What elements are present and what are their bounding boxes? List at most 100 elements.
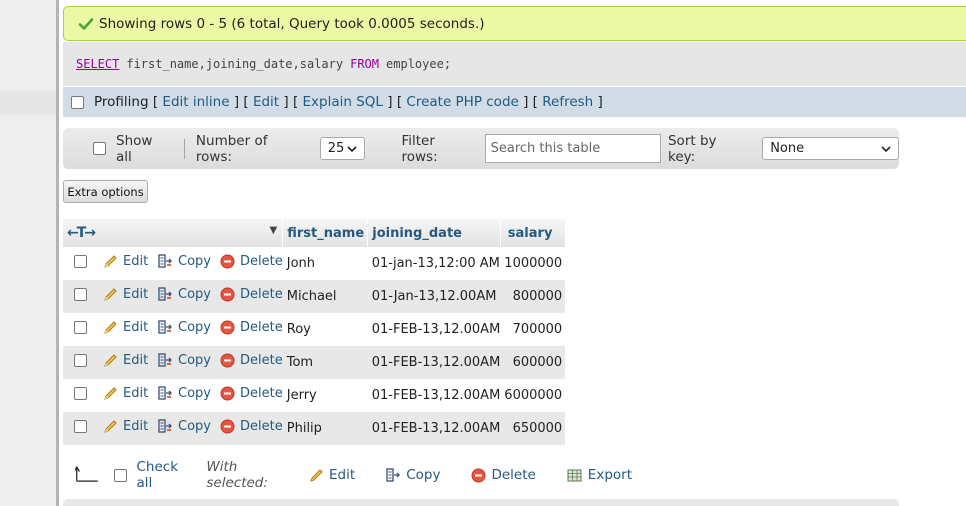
- row-checkbox[interactable]: [74, 420, 87, 433]
- row-copy-cell: Copy: [154, 379, 216, 412]
- delete-icon: [471, 468, 486, 482]
- table-row: Edit Copy Delete Michael 01-Jan-13,12.00…: [63, 280, 566, 313]
- cell-joining-date[interactable]: 01-FEB-13,12.00AM: [367, 379, 501, 412]
- show-all-checkbox[interactable]: [93, 142, 106, 155]
- sql-keyword-select[interactable]: SELECT: [76, 57, 119, 71]
- cell-salary[interactable]: 1000000: [500, 247, 566, 280]
- header-salary[interactable]: salary: [500, 219, 566, 247]
- row-edit-cell: Edit: [99, 280, 154, 313]
- delete-icon: [220, 353, 235, 368]
- header-first-name[interactable]: first_name: [282, 219, 369, 247]
- cell-salary[interactable]: 800000: [500, 280, 566, 313]
- row-copy-button[interactable]: Copy: [158, 353, 211, 368]
- delete-label: Delete: [240, 320, 283, 335]
- header-joining-date[interactable]: joining_date: [367, 219, 501, 247]
- row-checkbox[interactable]: [74, 321, 87, 334]
- row-copy-button[interactable]: Copy: [158, 320, 211, 335]
- cell-joining-date[interactable]: 01-FEB-13,12.00AM: [367, 346, 501, 379]
- edit-label: Edit: [123, 254, 149, 269]
- row-copy-cell: Copy: [154, 313, 216, 346]
- cell-salary[interactable]: 650000: [500, 412, 566, 445]
- copy-label: Copy: [178, 254, 211, 269]
- cell-joining-date[interactable]: 01-FEB-13,12.00AM: [367, 313, 501, 346]
- copy-icon: [386, 467, 401, 482]
- profiling-checkbox[interactable]: [71, 95, 84, 109]
- navigation-panel-band: [0, 91, 56, 115]
- row-delete-button[interactable]: Delete: [220, 320, 283, 335]
- bulk-export-label: Export: [587, 467, 632, 483]
- cell-first-name[interactable]: Philip: [282, 412, 368, 445]
- check-all-label[interactable]: Check all: [137, 459, 191, 491]
- cell-salary[interactable]: 700000: [500, 313, 566, 346]
- bulk-export-button[interactable]: Export: [567, 467, 632, 483]
- edit-label: Edit: [123, 419, 149, 434]
- rows-select[interactable]: 25: [319, 137, 366, 160]
- cell-joining-date[interactable]: 01-Jan-13,12.00AM: [367, 280, 501, 313]
- bulk-delete-button[interactable]: Delete: [471, 467, 536, 483]
- copy-label: Copy: [178, 320, 211, 335]
- cell-first-name[interactable]: Jonh: [282, 247, 368, 280]
- delete-label: Delete: [240, 386, 283, 401]
- cell-joining-date[interactable]: 01-jan-13,12:00 AM: [367, 247, 501, 280]
- explain-sql-link[interactable]: Explain SQL: [303, 94, 383, 110]
- copy-icon: [158, 287, 172, 301]
- row-checkbox[interactable]: [74, 354, 87, 367]
- row-edit-button[interactable]: Edit: [103, 386, 148, 401]
- profiling-label: Profiling: [94, 94, 149, 110]
- pencil-icon: [104, 420, 117, 433]
- row-delete-button[interactable]: Delete: [220, 353, 283, 368]
- row-edit-cell: Edit: [99, 412, 154, 445]
- check-all-checkbox[interactable]: [113, 468, 127, 482]
- cell-first-name[interactable]: Michael: [282, 280, 368, 313]
- row-copy-button[interactable]: Copy: [158, 419, 211, 434]
- table-row: Edit Copy Delete Jonh 01-jan-13,12:00 AM…: [63, 247, 566, 280]
- panel-resizer[interactable]: [56, 0, 59, 506]
- sort-desc-icon[interactable]: ▼: [270, 225, 278, 236]
- delete-icon: [220, 419, 235, 434]
- row-checkbox[interactable]: [74, 255, 87, 268]
- bulk-edit-button[interactable]: Edit: [309, 467, 355, 483]
- row-copy-button[interactable]: Copy: [158, 254, 211, 269]
- row-edit-button[interactable]: Edit: [103, 254, 148, 269]
- table-navigation: Show all Number of rows: 25 Filter rows:…: [63, 128, 899, 169]
- row-edit-button[interactable]: Edit: [103, 320, 148, 335]
- cell-salary[interactable]: 600000: [500, 346, 566, 379]
- row-delete-button[interactable]: Delete: [220, 254, 283, 269]
- table-row: Edit Copy Delete Tom 01-FEB-13,12.00AM 6…: [63, 346, 566, 379]
- column-move-arrows-icon[interactable]: ←T→: [67, 225, 96, 241]
- row-delete-button[interactable]: Delete: [220, 419, 283, 434]
- sort-select[interactable]: None: [762, 137, 899, 160]
- row-delete-button[interactable]: Delete: [220, 287, 283, 302]
- delete-icon: [220, 287, 235, 302]
- filter-input[interactable]: Search this table: [484, 134, 661, 163]
- export-icon: [567, 469, 582, 481]
- cell-joining-date[interactable]: 01-FEB-13,12.00AM: [367, 412, 501, 445]
- row-edit-button[interactable]: Edit: [103, 353, 148, 368]
- show-all-label[interactable]: Show all: [116, 133, 172, 165]
- cell-salary[interactable]: 6000000: [500, 379, 566, 412]
- edit-link[interactable]: Edit: [253, 94, 279, 110]
- row-checkbox[interactable]: [74, 387, 87, 400]
- refresh-link[interactable]: Refresh: [542, 94, 593, 110]
- row-copy-button[interactable]: Copy: [158, 287, 211, 302]
- row-copy-button[interactable]: Copy: [158, 386, 211, 401]
- bulk-copy-button[interactable]: Copy: [386, 467, 440, 483]
- row-edit-button[interactable]: Edit: [103, 287, 148, 302]
- pencil-icon: [310, 468, 323, 482]
- rows-select-value: 25: [327, 141, 345, 156]
- extra-options-button[interactable]: Extra options: [63, 180, 148, 203]
- cell-first-name[interactable]: Tom: [282, 346, 368, 379]
- arrow-up-left-icon: [75, 465, 98, 482]
- row-edit-button[interactable]: Edit: [103, 419, 148, 434]
- copy-label: Copy: [178, 353, 211, 368]
- chevron-down-icon: [347, 145, 358, 152]
- edit-inline-link[interactable]: Edit inline: [162, 94, 229, 110]
- cell-first-name[interactable]: Jerry: [282, 379, 368, 412]
- row-checkbox[interactable]: [74, 288, 87, 301]
- row-delete-button[interactable]: Delete: [220, 386, 283, 401]
- copy-label: Copy: [178, 419, 211, 434]
- cell-first-name[interactable]: Roy: [282, 313, 368, 346]
- sql-columns: first_name,joining_date,salary: [126, 57, 344, 71]
- create-php-code-link[interactable]: Create PHP code: [406, 94, 518, 110]
- delete-label: Delete: [240, 353, 283, 368]
